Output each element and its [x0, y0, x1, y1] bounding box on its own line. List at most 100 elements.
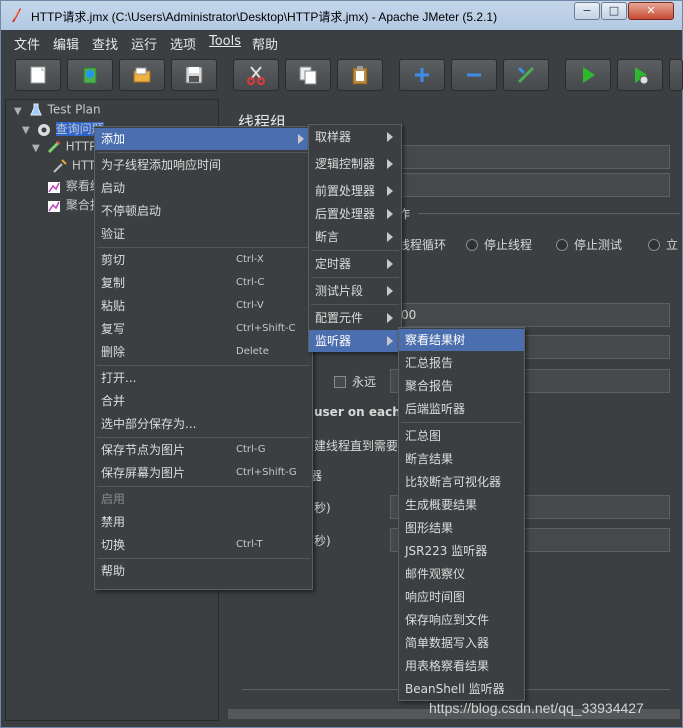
listener-submenu-item[interactable]: 简单数据写入器 — [399, 632, 524, 654]
context-menu-item[interactable]: 打开... — [95, 367, 312, 389]
menu-file[interactable]: 文件 — [14, 34, 40, 53]
listener-submenu-item[interactable]: 聚合报告 — [399, 375, 524, 397]
add-submenu-item[interactable]: 后置处理器 — [309, 203, 401, 225]
radio-stop-now[interactable]: 立 — [648, 236, 678, 253]
cut-button[interactable] — [233, 59, 279, 91]
forever-checkbox[interactable]: 永远 — [334, 373, 376, 390]
title-bar[interactable]: HTTP请求.jmx (C:\Users\Administrator\Deskt… — [1, 1, 682, 30]
listener-submenu-item[interactable]: 生成概要结果 — [399, 494, 524, 516]
listener-submenu-item[interactable]: 邮件观察仪 — [399, 563, 524, 585]
menu-item-label: 为子线程添加响应时间 — [101, 158, 222, 172]
maximize-button[interactable]: □ — [601, 2, 627, 20]
menu-item-label: 启动 — [101, 181, 126, 195]
listener-submenu-item[interactable]: 察看结果树 — [399, 329, 524, 351]
listener-submenu-item[interactable]: 保存响应到文件 — [399, 609, 524, 631]
context-menu-item[interactable]: 禁用 — [95, 511, 312, 533]
cut-icon — [247, 66, 265, 85]
context-menu-item[interactable]: 粘贴 Ctrl-V — [95, 295, 312, 317]
listener-submenu-item[interactable]: 汇总图 — [399, 425, 524, 447]
listener-submenu-item[interactable]: 汇总报告 — [399, 352, 524, 374]
context-menu-item[interactable]: 选中部分保存为... — [95, 413, 312, 435]
checkbox[interactable] — [334, 376, 346, 388]
radio-stop-thread[interactable]: 停止线程 — [466, 236, 532, 253]
listener-submenu-item[interactable]: 响应时间图 — [399, 586, 524, 608]
add-submenu-item[interactable]: 定时器 — [309, 253, 401, 275]
new-button[interactable] — [15, 59, 61, 91]
context-menu-item[interactable]: 删除 Delete — [95, 341, 312, 363]
menu-item-label: 图形结果 — [405, 521, 454, 535]
tree-item-test-plan[interactable]: ▼ Test Plan — [14, 102, 101, 120]
menu-item-label: 选中部分保存为... — [101, 417, 197, 431]
start-button[interactable] — [565, 59, 611, 91]
context-menu-item[interactable]: 不停顿启动 — [95, 200, 312, 222]
listener-submenu-item[interactable]: 断言结果 — [399, 448, 524, 470]
menu-help[interactable]: 帮助 — [252, 34, 278, 53]
context-menu-item[interactable]: 复制 Ctrl-C — [95, 272, 312, 294]
templates-button[interactable] — [67, 59, 113, 91]
menu-run[interactable]: 运行 — [131, 34, 157, 53]
radio-stop-test[interactable]: 停止测试 — [556, 236, 622, 253]
context-menu-item[interactable]: 添加 — [95, 128, 312, 150]
add-submenu-item[interactable]: 配置元件 — [309, 307, 401, 329]
startup-delay-label: 秒) — [314, 534, 331, 548]
add-submenu-item[interactable]: 断言 — [309, 226, 401, 248]
tree-item-label: HTTP — [65, 139, 97, 154]
jmeter-feather-icon — [12, 8, 21, 22]
context-menu-item[interactable]: 验证 — [95, 223, 312, 245]
listener-submenu-item[interactable]: 比较断言可视化器 — [399, 471, 524, 493]
collapse-arrow-icon[interactable]: ▼ — [14, 106, 24, 117]
listener-submenu-item[interactable]: BeanShell 监听器 — [399, 678, 524, 700]
listener-submenu-item[interactable]: JSR223 监听器 — [399, 540, 524, 562]
context-menu-item[interactable]: 剪切 Ctrl-X — [95, 249, 312, 271]
listener-submenu-item[interactable]: 图形结果 — [399, 517, 524, 539]
context-menu-item[interactable]: 启动 — [95, 177, 312, 199]
menu-item-label: 用表格察看结果 — [405, 659, 490, 673]
radio-circle[interactable] — [466, 239, 478, 251]
context-menu-item[interactable]: 帮助 — [95, 560, 312, 582]
add-submenu-item[interactable]: 逻辑控制器 — [309, 153, 401, 175]
copy-icon — [299, 66, 317, 85]
collapse-all-button[interactable] — [451, 59, 497, 91]
listener-submenu: 察看结果树 汇总报告 聚合报告 后端监听器汇总图 断言结果比较断言可视化器生成概要结果图… — [398, 327, 525, 701]
context-menu-item[interactable]: 保存节点为图片 Ctrl-G — [95, 439, 312, 461]
menu-edit[interactable]: 编辑 — [53, 34, 79, 53]
context-menu-item[interactable]: 切换 Ctrl-T — [95, 534, 312, 556]
add-submenu-item[interactable]: 测试片段 — [309, 280, 401, 302]
expand-all-button[interactable] — [399, 59, 445, 91]
start-no-pause-button[interactable] — [617, 59, 663, 91]
add-submenu-item[interactable]: 监听器 — [309, 330, 401, 352]
add-submenu-item[interactable]: 取样器 — [309, 126, 401, 148]
copy-button[interactable] — [285, 59, 331, 91]
submenu-arrow-icon — [387, 132, 393, 142]
more-toolbar-button[interactable] — [669, 59, 683, 91]
minimize-button[interactable]: − — [574, 2, 600, 20]
tree-item-http[interactable]: ▼ HTTP — [32, 139, 96, 157]
listener-submenu-item[interactable]: 后端监听器 — [399, 398, 524, 420]
context-menu-item[interactable]: 复写 Ctrl+Shift-C — [95, 318, 312, 340]
minus-icon — [467, 73, 481, 77]
context-menu-item[interactable]: 合并 — [95, 390, 312, 412]
menu-tools[interactable]: Tools — [209, 34, 241, 49]
radio-circle[interactable] — [648, 239, 660, 251]
listener-submenu-item[interactable]: 用表格察看结果 — [399, 655, 524, 677]
radio-circle[interactable] — [556, 239, 568, 251]
name-field[interactable] — [398, 145, 670, 169]
collapse-arrow-icon[interactable]: ▼ — [32, 143, 42, 154]
close-button[interactable]: ✕ — [628, 2, 674, 20]
toggle-button[interactable] — [503, 59, 549, 91]
add-submenu-item[interactable]: 前置处理器 — [309, 180, 401, 202]
context-menu-item[interactable]: 保存屏幕为图片 Ctrl+Shift-G — [95, 462, 312, 484]
collapse-arrow-icon[interactable]: ▼ — [22, 125, 32, 136]
menu-search[interactable]: 查找 — [92, 34, 118, 53]
context-menu-item[interactable]: 为子线程添加响应时间 — [95, 154, 312, 176]
context-menu-item[interactable]: 启用 — [95, 488, 312, 510]
menu-item-label: 切换 — [101, 538, 126, 552]
comment-field[interactable] — [398, 173, 670, 197]
open-button[interactable] — [119, 59, 165, 91]
threads-field[interactable]: 00 — [398, 303, 670, 327]
menu-options[interactable]: 选项 — [170, 34, 196, 53]
paste-button[interactable] — [337, 59, 383, 91]
menu-item-label: 比较断言可视化器 — [405, 475, 502, 489]
save-button[interactable] — [171, 59, 217, 91]
tree-item-http-child[interactable]: HTT — [52, 158, 95, 176]
